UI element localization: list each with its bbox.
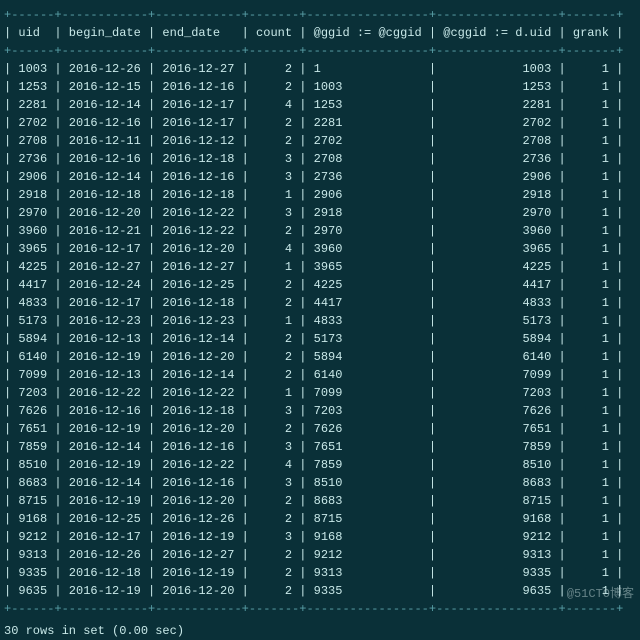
table-row: | 5173 | 2016-12-23 | 2016-12-23 | 1 | 4… xyxy=(4,312,636,330)
table-row: | 3960 | 2016-12-21 | 2016-12-22 | 2 | 2… xyxy=(4,222,636,240)
table-row: | 2970 | 2016-12-20 | 2016-12-22 | 3 | 2… xyxy=(4,204,636,222)
mysql-result-table: +------+------------+------------+------… xyxy=(4,6,636,618)
table-row: | 8683 | 2016-12-14 | 2016-12-16 | 3 | 8… xyxy=(4,474,636,492)
table-row: | 2906 | 2016-12-14 | 2016-12-16 | 3 | 2… xyxy=(4,168,636,186)
table-border: +------+------------+------------+------… xyxy=(4,42,636,60)
table-row: | 4225 | 2016-12-27 | 2016-12-27 | 1 | 3… xyxy=(4,258,636,276)
table-border: +------+------------+------------+------… xyxy=(4,6,636,24)
table-row: | 7651 | 2016-12-19 | 2016-12-20 | 2 | 7… xyxy=(4,420,636,438)
table-row: | 8510 | 2016-12-19 | 2016-12-22 | 4 | 7… xyxy=(4,456,636,474)
table-row: | 5894 | 2016-12-13 | 2016-12-14 | 2 | 5… xyxy=(4,330,636,348)
table-row: | 9168 | 2016-12-25 | 2016-12-26 | 2 | 8… xyxy=(4,510,636,528)
table-row: | 2736 | 2016-12-16 | 2016-12-18 | 3 | 2… xyxy=(4,150,636,168)
table-row: | 3965 | 2016-12-17 | 2016-12-20 | 4 | 3… xyxy=(4,240,636,258)
table-row: | 8715 | 2016-12-19 | 2016-12-20 | 2 | 8… xyxy=(4,492,636,510)
table-row: | 6140 | 2016-12-19 | 2016-12-20 | 2 | 5… xyxy=(4,348,636,366)
table-row: | 9635 | 2016-12-19 | 2016-12-20 | 2 | 9… xyxy=(4,582,636,600)
table-row: | 1003 | 2016-12-26 | 2016-12-27 | 2 | 1… xyxy=(4,60,636,78)
table-row: | 7626 | 2016-12-16 | 2016-12-18 | 3 | 7… xyxy=(4,402,636,420)
table-row: | 2281 | 2016-12-14 | 2016-12-17 | 4 | 1… xyxy=(4,96,636,114)
table-header: | uid | begin_date | end_date | count | … xyxy=(4,24,636,42)
table-row: | 1253 | 2016-12-15 | 2016-12-16 | 2 | 1… xyxy=(4,78,636,96)
table-row: | 2702 | 2016-12-16 | 2016-12-17 | 2 | 2… xyxy=(4,114,636,132)
table-row: | 7099 | 2016-12-13 | 2016-12-14 | 2 | 6… xyxy=(4,366,636,384)
table-row: | 2708 | 2016-12-11 | 2016-12-12 | 2 | 2… xyxy=(4,132,636,150)
table-border: +------+------------+------------+------… xyxy=(4,600,636,618)
table-row: | 7203 | 2016-12-22 | 2016-12-22 | 1 | 7… xyxy=(4,384,636,402)
table-row: | 7859 | 2016-12-14 | 2016-12-16 | 3 | 7… xyxy=(4,438,636,456)
table-row: | 9212 | 2016-12-17 | 2016-12-19 | 3 | 9… xyxy=(4,528,636,546)
table-row: | 4833 | 2016-12-17 | 2016-12-18 | 2 | 4… xyxy=(4,294,636,312)
table-row: | 2918 | 2016-12-18 | 2016-12-18 | 1 | 2… xyxy=(4,186,636,204)
result-summary: 30 rows in set (0.00 sec) xyxy=(4,622,636,640)
table-row: | 9313 | 2016-12-26 | 2016-12-27 | 2 | 9… xyxy=(4,546,636,564)
table-row: | 4417 | 2016-12-24 | 2016-12-25 | 2 | 4… xyxy=(4,276,636,294)
table-row: | 9335 | 2016-12-18 | 2016-12-19 | 2 | 9… xyxy=(4,564,636,582)
